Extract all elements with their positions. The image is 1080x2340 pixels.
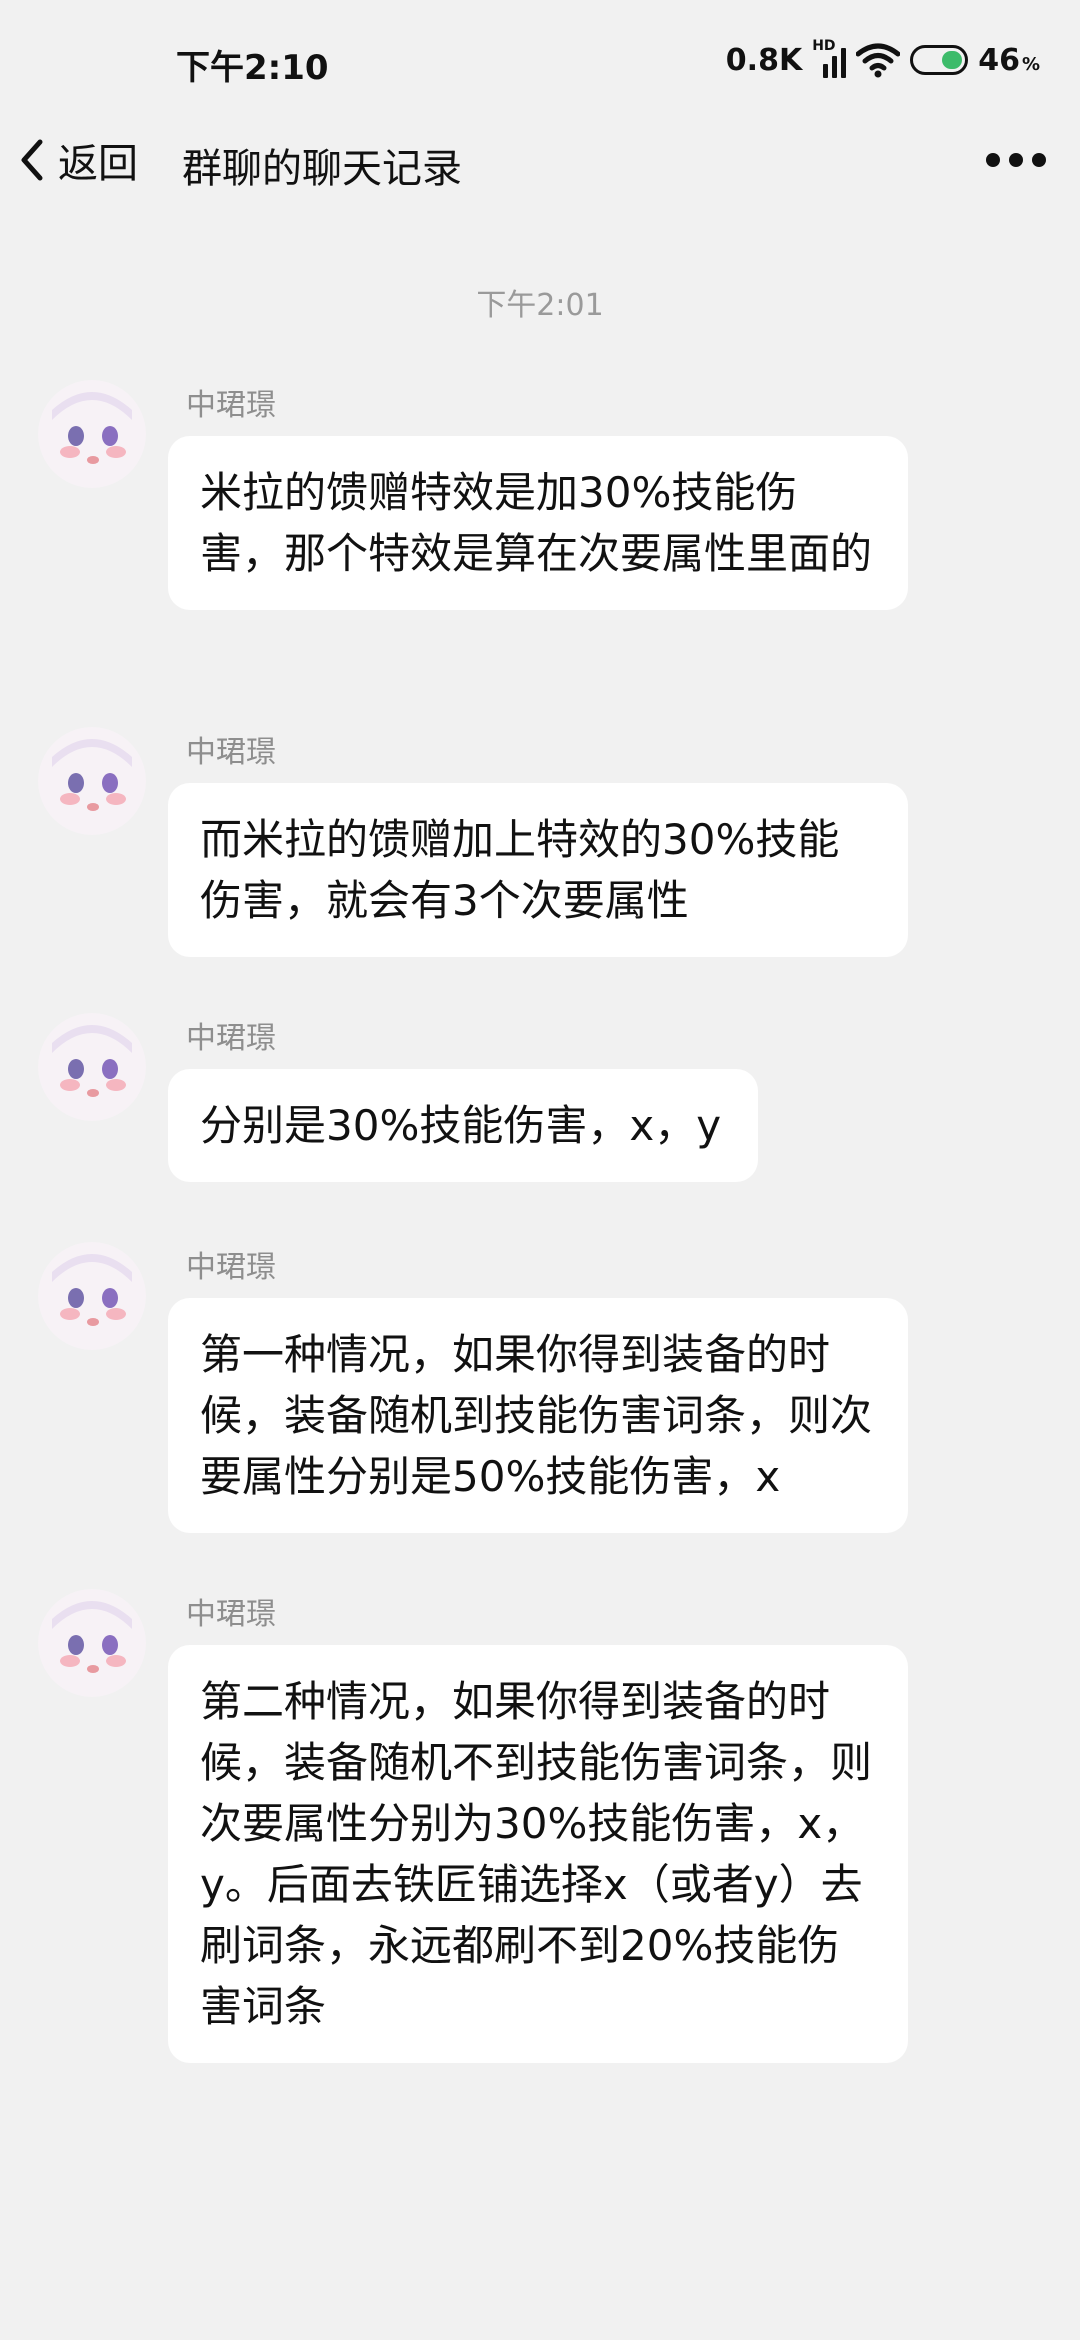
network-speed: 0.8K: [725, 42, 803, 78]
avatar-image[interactable]: [38, 1242, 146, 1350]
sender-name: 中珺璟: [186, 1597, 276, 1632]
avatar-image[interactable]: [38, 727, 146, 835]
sender-name: 中珺璟: [186, 1021, 276, 1056]
message-bubble[interactable]: 而米拉的馈赠加上特效的30%技能伤害，就会有3个次要属性: [168, 783, 908, 957]
page-title: 群聊的聊天记录: [182, 146, 462, 192]
status-bar: 下午2:10 0.8K HD 46%: [0, 0, 1080, 120]
back-chevron-icon: [21, 139, 43, 181]
signal-icon: HD: [812, 38, 847, 78]
battery-icon: [910, 45, 969, 75]
avatar-image[interactable]: [38, 1013, 146, 1121]
hd-label: HD: [812, 38, 836, 54]
sender-name: 中珺璟: [186, 735, 276, 770]
status-time: 下午2:10: [176, 48, 329, 88]
sender-name: 中珺璟: [186, 388, 276, 423]
avatar-image[interactable]: [38, 1589, 146, 1697]
back-label: 返回: [58, 141, 138, 187]
avatar-image[interactable]: [38, 380, 146, 488]
message-bubble[interactable]: 米拉的馈赠特效是加30%技能伤害，那个特效是算在次要属性里面的: [168, 436, 908, 610]
message-bubble[interactable]: 第一种情况，如果你得到装备的时候，装备随机到技能伤害词条，则次要属性分别是50%…: [168, 1298, 908, 1533]
more-icon[interactable]: [986, 140, 1046, 180]
title-bar: 返回 群聊的聊天记录: [0, 120, 1080, 200]
wifi-icon: [856, 43, 901, 78]
sender-name: 中珺璟: [186, 1250, 276, 1285]
message-bubble[interactable]: 第二种情况，如果你得到装备的时候，装备随机不到技能伤害词条，则次要属性分别为30…: [168, 1645, 908, 2063]
message-bubble[interactable]: 分别是30%技能伤害，x，y: [168, 1069, 758, 1182]
back-button[interactable]: 返回: [14, 128, 138, 192]
battery-percent: 46%: [978, 42, 1040, 78]
status-indicators: 0.8K HD 46%: [726, 38, 1040, 82]
chat-timestamp: 下午2:01: [476, 288, 604, 323]
